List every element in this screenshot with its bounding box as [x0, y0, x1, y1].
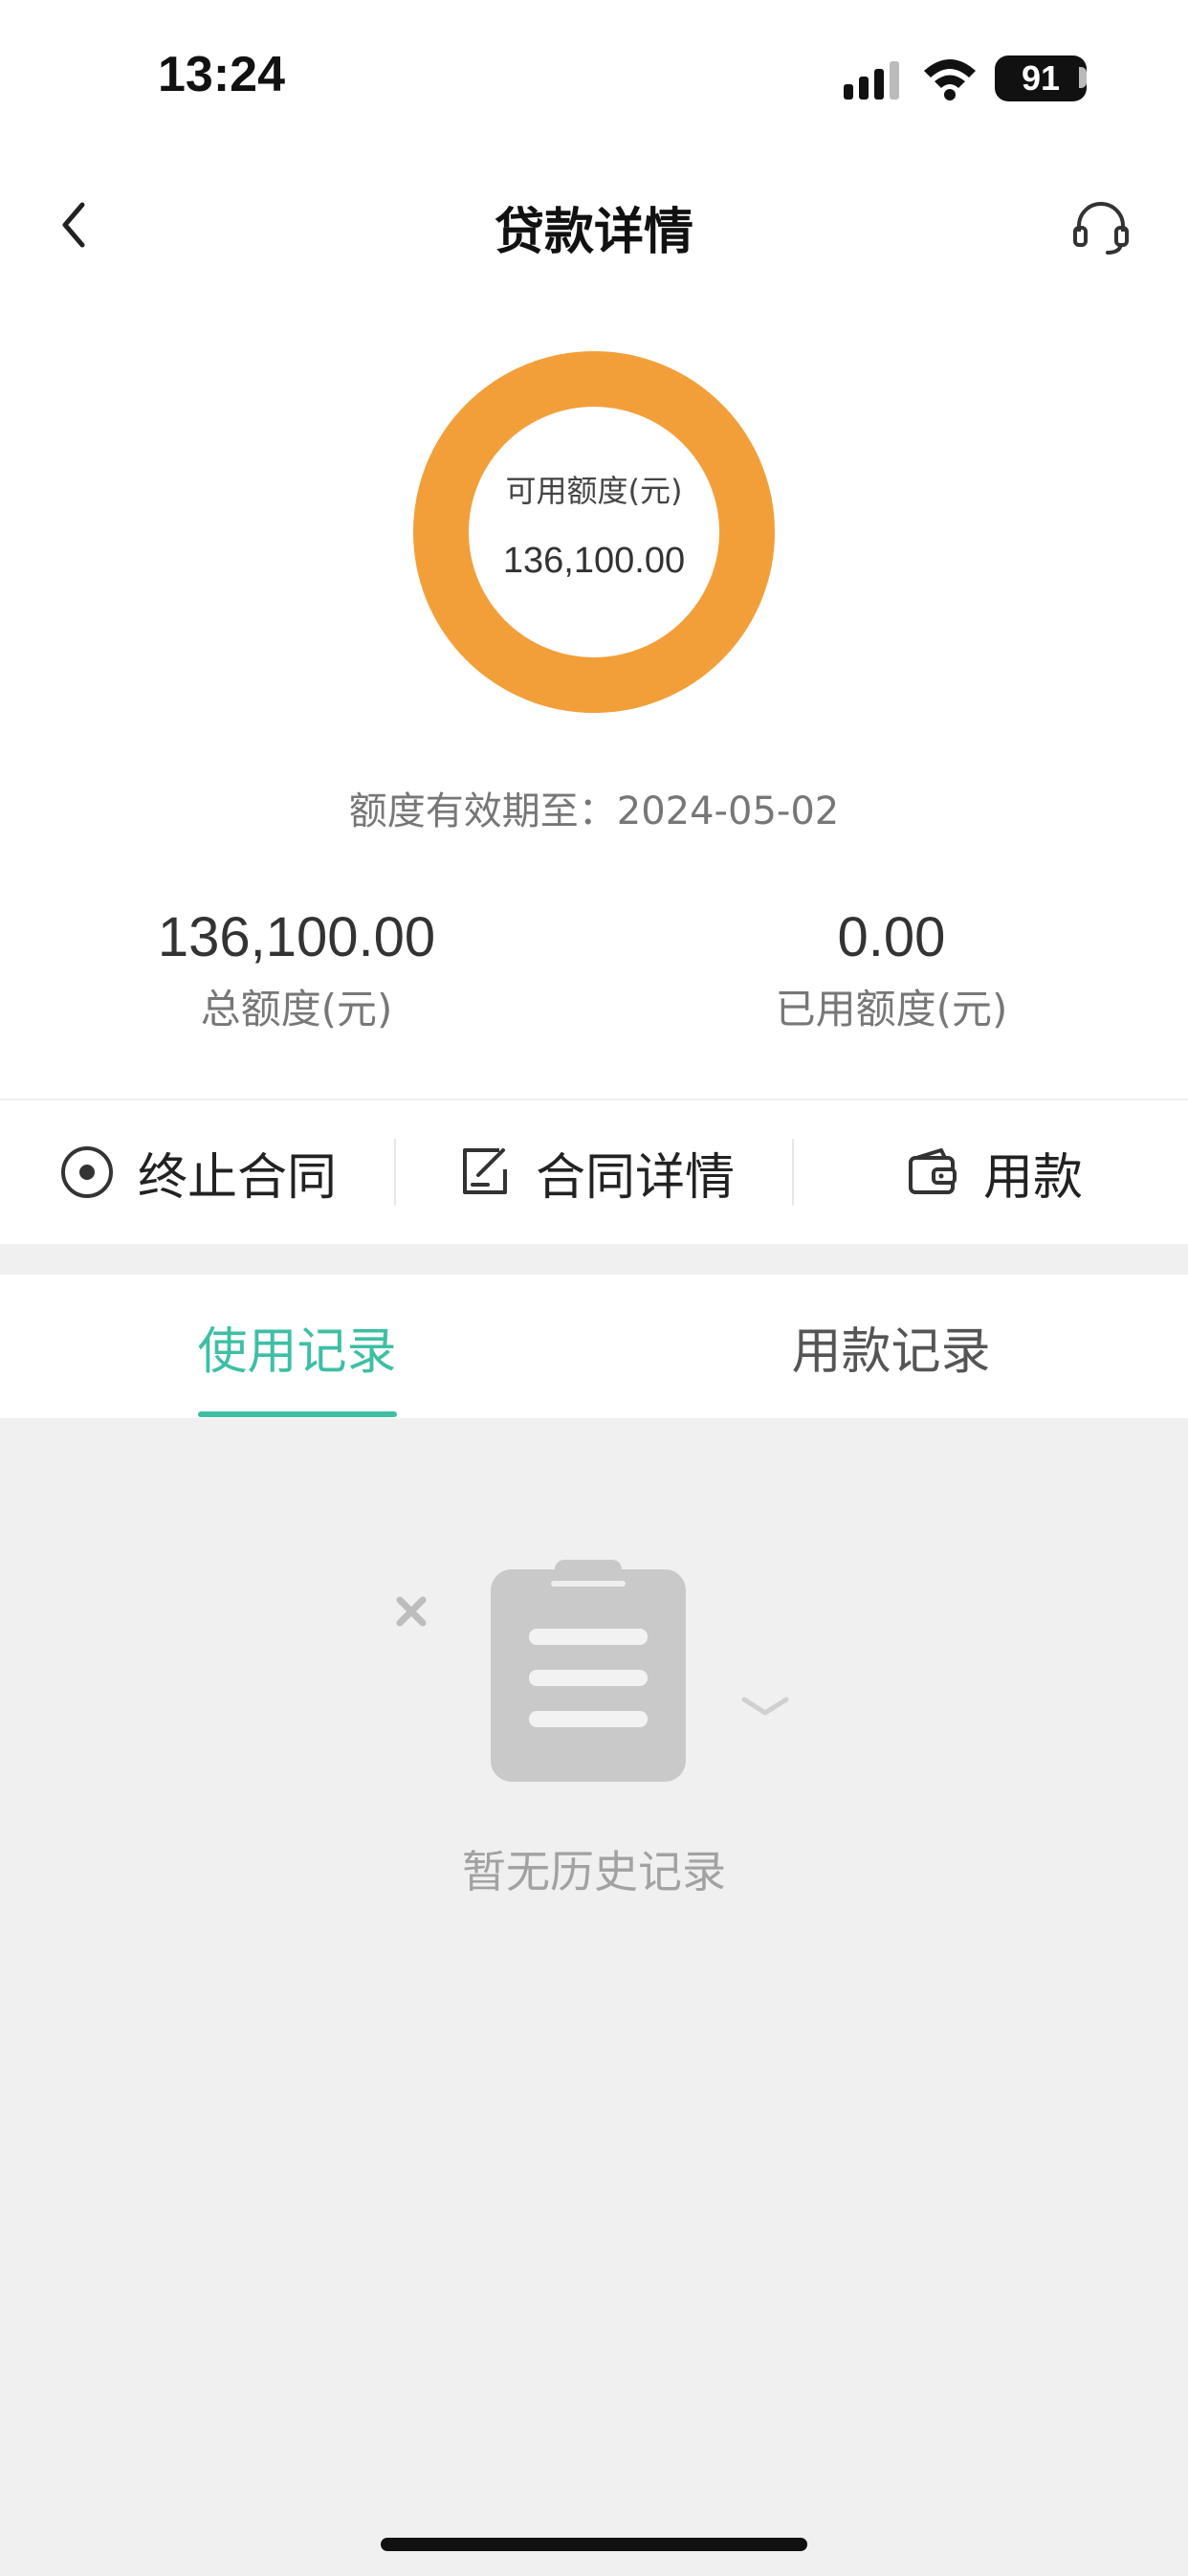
drawdown-label: 用款 — [983, 1148, 1084, 1207]
battery-tip — [1079, 67, 1087, 88]
home-indicator — [381, 2538, 807, 2551]
terminate-contract-label: 终止合同 — [138, 1148, 338, 1207]
total-credit-label: 总额度(元) — [200, 986, 393, 1033]
terminate-contract-button[interactable]: 终止合同 — [59, 1100, 337, 1244]
clipboard-icon — [396, 1560, 789, 1782]
used-credit: 0.00 已用额度(元) — [624, 895, 1159, 1038]
status-bar: 13:24 91 — [0, 0, 1188, 153]
wifi-icon — [924, 59, 976, 100]
chevron-decoration-icon — [741, 1697, 789, 1716]
used-credit-value: 0.00 — [837, 906, 946, 968]
page-title: 贷款详情 — [494, 204, 693, 261]
action-bar: 终止合同 合同详情 用款 — [0, 1100, 1188, 1244]
used-credit-label: 已用额度(元) — [775, 986, 1008, 1033]
contract-details-label: 合同详情 — [536, 1148, 736, 1207]
available-credit-donut: 可用额度(元) 136,100.00 — [411, 349, 777, 715]
records-tabs: 使用记录 用款记录 — [0, 1275, 1188, 1418]
edit-document-icon — [463, 1148, 507, 1194]
available-credit-value: 136,100.00 — [502, 541, 686, 581]
drawdown-button[interactable]: 用款 — [905, 1100, 1083, 1244]
empty-state-text: 暂无历史记录 — [462, 1846, 726, 1898]
active-tab-indicator — [198, 1411, 397, 1417]
cellular-signal-icon — [844, 61, 899, 100]
credit-validity-date: 额度有效期至：2024-05-02 — [348, 789, 840, 833]
stop-circle-icon — [61, 1146, 113, 1198]
action-divider — [394, 1139, 396, 1206]
contract-details-button[interactable]: 合同详情 — [457, 1100, 735, 1244]
total-credit-value: 136,100.00 — [157, 906, 436, 968]
action-divider — [792, 1139, 794, 1206]
status-time: 13:24 — [158, 47, 285, 102]
wallet-icon — [909, 1148, 957, 1194]
tab-usage-records[interactable]: 使用记录 — [0, 1275, 594, 1418]
donut-arc — [413, 351, 775, 713]
donut-chart — [413, 351, 775, 713]
available-credit-label: 可用额度(元) — [505, 473, 683, 509]
battery-indicator: 91 — [995, 56, 1087, 101]
tab-loan-records[interactable]: 用款记录 — [594, 1275, 1188, 1418]
total-credit: 136,100.00 总额度(元) — [29, 895, 564, 1038]
close-decoration-icon — [396, 1596, 427, 1627]
headset-icon[interactable] — [1071, 197, 1131, 256]
nav-bar: 贷款详情 — [0, 163, 1188, 287]
